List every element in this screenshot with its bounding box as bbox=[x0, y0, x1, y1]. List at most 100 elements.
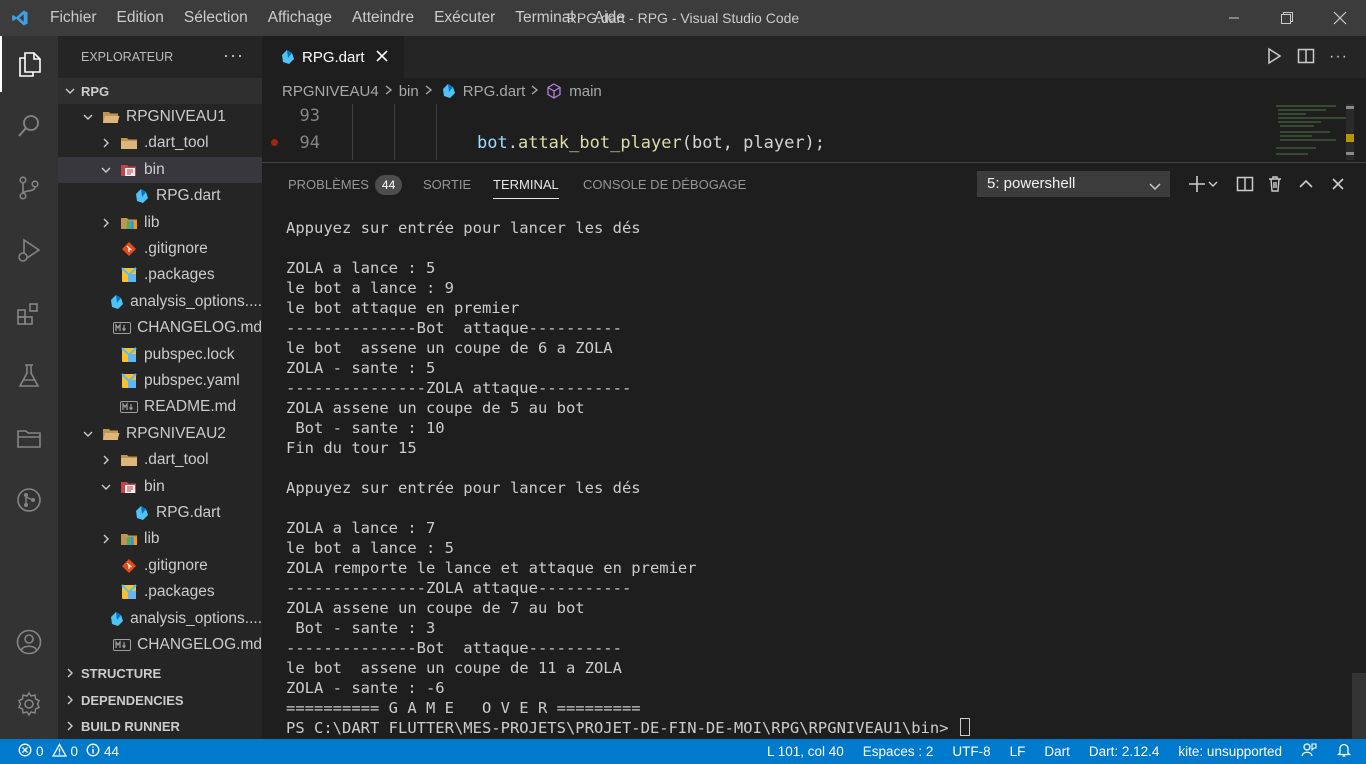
tab-terminal[interactable]: TERMINAL bbox=[493, 163, 559, 207]
minimap[interactable] bbox=[1266, 104, 1354, 160]
tree-item[interactable]: CHANGELOG.md bbox=[58, 632, 262, 658]
indentation[interactable]: Espaces : 2 bbox=[863, 744, 934, 759]
close-window-icon[interactable] bbox=[1313, 0, 1366, 36]
tree-item[interactable]: .gitignore bbox=[58, 236, 262, 262]
line-ending[interactable]: LF bbox=[1010, 744, 1026, 759]
tree-item[interactable]: pubspec.yaml bbox=[58, 368, 262, 394]
minimize-icon[interactable] bbox=[1207, 0, 1260, 36]
status-problems[interactable]: 0 0 44 bbox=[18, 739, 119, 764]
remote-explorer-folder-icon[interactable] bbox=[0, 410, 58, 466]
terminal-line-text: Appuyez sur entrée pour lancer les dés bbox=[286, 479, 641, 497]
menu-executer[interactable]: Exécuter bbox=[424, 0, 505, 36]
tree-item[interactable]: CHANGELOG.md bbox=[58, 315, 262, 341]
cursor-position[interactable]: L 101, col 40 bbox=[767, 744, 844, 759]
terminal-line-text: le bot a lance : 5 bbox=[286, 539, 454, 557]
tree-item[interactable]: bin bbox=[58, 474, 262, 500]
tab-rpg-dart[interactable]: RPG.dart bbox=[262, 36, 404, 78]
git-graph-icon[interactable] bbox=[0, 472, 58, 528]
close-tab-icon[interactable] bbox=[374, 48, 390, 68]
tree-item[interactable]: RPG.dart bbox=[58, 500, 262, 526]
tree-item[interactable]: RPGNIVEAU2 bbox=[58, 421, 262, 447]
menu-aide[interactable]: Aide bbox=[584, 0, 635, 36]
kite-status[interactable]: kite: unsupported bbox=[1178, 744, 1282, 759]
split-terminal-icon[interactable] bbox=[1236, 171, 1254, 197]
tree-item[interactable]: analysis_options.... bbox=[58, 289, 262, 315]
title-bar: Fichier Edition Sélection Affichage Atte… bbox=[0, 0, 1366, 36]
bottom-panel: PROBLÈMES 44 SORTIE TERMINAL CONSOLE DE D… bbox=[262, 162, 1366, 739]
breadcrumb-bin[interactable]: bin bbox=[399, 83, 419, 100]
tree-item[interactable]: bin bbox=[58, 156, 262, 183]
feedback-person-icon[interactable] bbox=[1301, 742, 1317, 761]
terminal-line-text: ---------------ZOLA attaque---------- bbox=[286, 379, 632, 397]
terminal-line-text: Appuyez sur entrée pour lancer les dés bbox=[286, 219, 641, 237]
source-control-icon[interactable] bbox=[0, 160, 58, 216]
tree-item-label: CHANGELOG.md bbox=[137, 319, 262, 337]
section-dependencies[interactable]: DEPENDENCIES bbox=[58, 687, 262, 713]
tree-item[interactable]: .gitignore bbox=[58, 553, 262, 579]
search-icon[interactable] bbox=[0, 98, 58, 154]
terminal-select[interactable]: 5: powershell bbox=[977, 171, 1170, 197]
menu-terminal[interactable]: Terminal bbox=[505, 0, 584, 36]
tree-item[interactable]: .dart_tool bbox=[58, 447, 262, 473]
run-debug-icon[interactable] bbox=[0, 222, 58, 278]
tab-output[interactable]: SORTIE bbox=[423, 163, 471, 207]
tree-item[interactable]: lib bbox=[58, 210, 262, 236]
testing-flask-icon[interactable] bbox=[0, 348, 58, 404]
tree-item[interactable]: RPG.dart bbox=[58, 183, 262, 209]
more-actions-icon[interactable]: ··· bbox=[223, 45, 244, 66]
dart-sdk-version[interactable]: Dart: 2.12.4 bbox=[1089, 744, 1160, 759]
tree-item-label: .packages bbox=[144, 266, 215, 284]
restore-icon[interactable] bbox=[1260, 0, 1313, 36]
package-file-icon bbox=[120, 583, 138, 601]
tree-item[interactable]: analysis_options.... bbox=[58, 606, 262, 632]
tree-item[interactable]: pubspec.lock bbox=[58, 342, 262, 368]
section-build-runner[interactable]: BUILD RUNNER bbox=[58, 713, 262, 739]
menu-edition[interactable]: Edition bbox=[107, 0, 174, 36]
tree-item[interactable]: .dart_tool bbox=[58, 130, 262, 156]
encoding[interactable]: UTF-8 bbox=[952, 744, 990, 759]
settings-gear-icon[interactable] bbox=[0, 676, 58, 732]
close-panel-icon[interactable] bbox=[1330, 171, 1346, 197]
tree-item-label: analysis_options.... bbox=[130, 609, 262, 627]
tree-item[interactable]: lib bbox=[58, 526, 262, 552]
split-editor-icon[interactable] bbox=[1297, 47, 1315, 68]
breadcrumb-folder[interactable]: RPGNIVEAU4 bbox=[282, 83, 379, 100]
terminal-line: ZOLA assene un coupe de 7 au bot bbox=[286, 598, 1346, 618]
tree-item[interactable]: RPGNIVEAU1 bbox=[58, 104, 262, 130]
notifications-bell-icon[interactable] bbox=[1336, 742, 1352, 761]
terminal-line-text: Bot - sante : 3 bbox=[286, 619, 436, 637]
terminal-line: le bot a lance : 9 bbox=[286, 278, 1346, 298]
maximize-panel-chevron-up-icon[interactable] bbox=[1298, 171, 1314, 197]
workspace-root[interactable]: RPG bbox=[58, 78, 262, 104]
menu-affichage[interactable]: Affichage bbox=[258, 0, 342, 36]
bin-folder-icon bbox=[120, 161, 138, 179]
new-terminal-icon[interactable] bbox=[1187, 171, 1219, 197]
more-editor-actions-icon[interactable]: ··· bbox=[1329, 48, 1348, 66]
tab-problems[interactable]: PROBLÈMES 44 bbox=[288, 163, 403, 207]
terminal-line-text: ZOLA - sante : 5 bbox=[286, 359, 436, 377]
breakpoint-dot-icon[interactable] bbox=[271, 139, 278, 146]
accounts-icon[interactable] bbox=[0, 614, 58, 670]
tree-item[interactable]: .packages bbox=[58, 262, 262, 288]
tab-debug-console[interactable]: CONSOLE DE DÉBOGAGE bbox=[583, 163, 746, 207]
chevron-right-icon bbox=[424, 83, 434, 100]
run-play-icon[interactable] bbox=[1265, 47, 1283, 68]
menu-selection[interactable]: Sélection bbox=[174, 0, 258, 36]
tree-item[interactable]: README.md bbox=[58, 394, 262, 420]
terminal-scrollbar[interactable] bbox=[1352, 673, 1366, 739]
section-structure[interactable]: STRUCTURE bbox=[58, 660, 262, 686]
terminal-output[interactable]: Appuyez sur entrée pour lancer les dés ZO… bbox=[286, 218, 1346, 738]
terminal-line: ZOLA - sante : -6 bbox=[286, 678, 1346, 698]
explorer-icon[interactable] bbox=[0, 36, 58, 92]
chevron-down-icon bbox=[98, 479, 114, 495]
language-mode[interactable]: Dart bbox=[1044, 744, 1070, 759]
extensions-icon[interactable] bbox=[0, 286, 58, 342]
breadcrumb-file[interactable]: RPG.dart bbox=[463, 83, 526, 100]
breadcrumb-symbol[interactable]: main bbox=[569, 83, 602, 100]
menu-fichier[interactable]: Fichier bbox=[40, 0, 107, 36]
tree-item[interactable]: .packages bbox=[58, 579, 262, 605]
code-editor[interactable]: 93 94 bot.attak_bot_player(bot, player); bbox=[262, 104, 1366, 160]
menu-atteindre[interactable]: Atteindre bbox=[342, 0, 424, 36]
kill-terminal-trash-icon[interactable] bbox=[1266, 171, 1284, 197]
